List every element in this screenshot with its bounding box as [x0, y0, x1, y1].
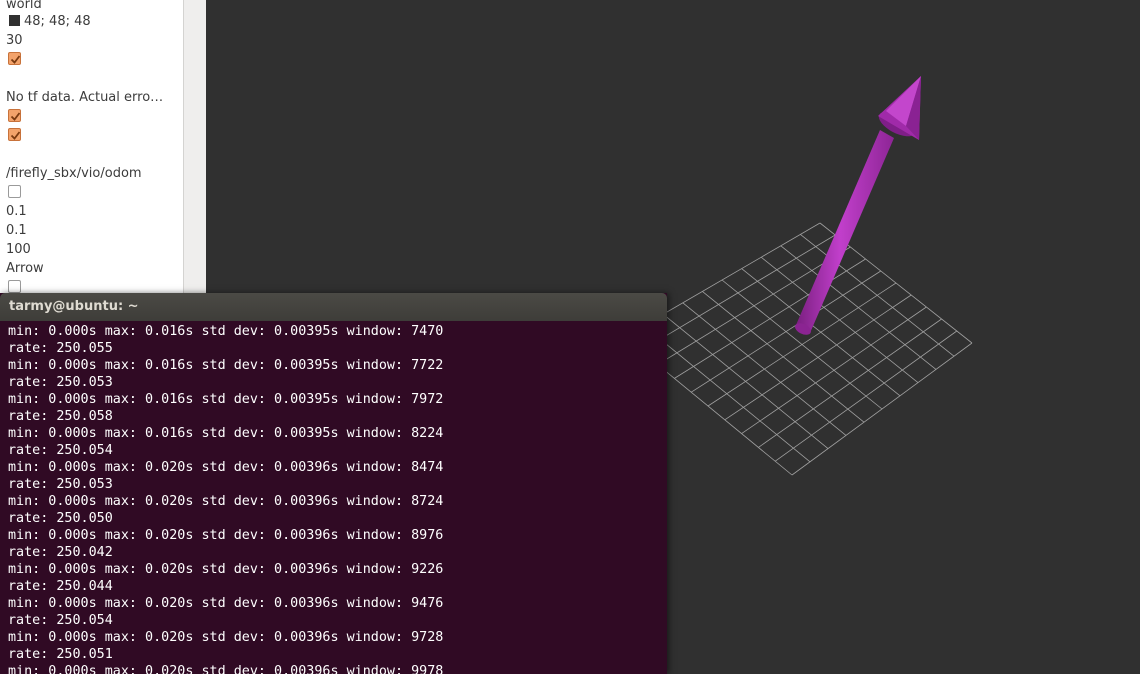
terminal-line: min: 0.000s max: 0.020s std dev: 0.00396… [8, 664, 444, 674]
background-color-text: 48; 48; 48 [24, 14, 91, 29]
terminal-line: rate: 250.053 [8, 477, 113, 492]
terminal-line: rate: 250.042 [8, 545, 113, 560]
check-icon [10, 55, 21, 64]
terminal-line: rate: 250.053 [8, 375, 113, 390]
terminal-line: min: 0.000s max: 0.016s std dev: 0.00395… [8, 392, 444, 407]
grid-line [721, 279, 883, 410]
terminal-line: rate: 250.050 [8, 511, 113, 526]
odometry-topic-value[interactable]: /firefly_sbx/vio/odom [6, 164, 181, 183]
grid-line [760, 256, 919, 383]
terminal-line: rate: 250.055 [8, 341, 113, 356]
grid-line [758, 318, 942, 448]
global-status-value: No tf data. Actual erro… [6, 90, 164, 105]
terminal-line: rate: 250.058 [8, 409, 113, 424]
color-swatch [9, 15, 20, 26]
angle-tolerance-value[interactable]: 0.1 [6, 221, 181, 240]
terminal-line: min: 0.000s max: 0.020s std dev: 0.00396… [8, 528, 444, 543]
grid-line [791, 342, 973, 476]
terminal-title[interactable]: tarmy@ubuntu: ~ [0, 293, 667, 321]
position-tolerance-value[interactable]: 0.1 [6, 202, 181, 221]
check-icon [10, 112, 21, 121]
checkbox-3[interactable] [8, 128, 21, 141]
check-icon [10, 131, 21, 140]
background-color-value[interactable]: 48; 48; 48 [6, 12, 181, 31]
checkbox-5[interactable] [8, 280, 21, 293]
property-value-column: world 48; 48; 48 30 No tf data. Actual e… [0, 0, 184, 300]
terminal-line: min: 0.000s max: 0.020s std dev: 0.00396… [8, 494, 444, 509]
checkbox-1[interactable] [8, 52, 21, 65]
frame-rate-value[interactable]: 30 [6, 31, 181, 50]
shape-value[interactable]: Arrow [6, 259, 181, 278]
checkbox-4[interactable] [8, 185, 21, 198]
terminal-line: min: 0.000s max: 0.020s std dev: 0.00396… [8, 630, 444, 645]
odometry-arrow [795, 76, 921, 335]
terminal-line: min: 0.000s max: 0.016s std dev: 0.00395… [8, 426, 444, 441]
arrow-shaft [796, 130, 894, 333]
terminal-line: min: 0.000s max: 0.016s std dev: 0.00395… [8, 358, 444, 373]
terminal-line: min: 0.000s max: 0.020s std dev: 0.00396… [8, 460, 444, 475]
properties-panel: world 48; 48; 48 30 No tf data. Actual e… [0, 0, 206, 300]
terminal-line: rate: 250.054 [8, 613, 113, 628]
terminal-line: rate: 250.051 [8, 647, 113, 662]
terminal-output[interactable]: min: 0.000s max: 0.016s std dev: 0.00395… [8, 323, 667, 674]
grid-line [774, 330, 958, 462]
keep-value[interactable]: 100 [6, 240, 181, 259]
terminal-line: min: 0.000s max: 0.020s std dev: 0.00396… [8, 562, 444, 577]
terminal-window[interactable]: tarmy@ubuntu: ~ min: 0.000s max: 0.016s … [0, 293, 667, 674]
terminal-line: min: 0.000s max: 0.016s std dev: 0.00395… [8, 324, 444, 339]
ground-grid [623, 222, 973, 476]
terminal-line: min: 0.000s max: 0.020s std dev: 0.00396… [8, 596, 444, 611]
terminal-line: rate: 250.054 [8, 443, 113, 458]
grid-line [741, 306, 927, 434]
terminal-line: rate: 250.044 [8, 579, 113, 594]
panel-scroll-strip[interactable] [184, 0, 206, 300]
checkbox-2[interactable] [8, 109, 21, 122]
